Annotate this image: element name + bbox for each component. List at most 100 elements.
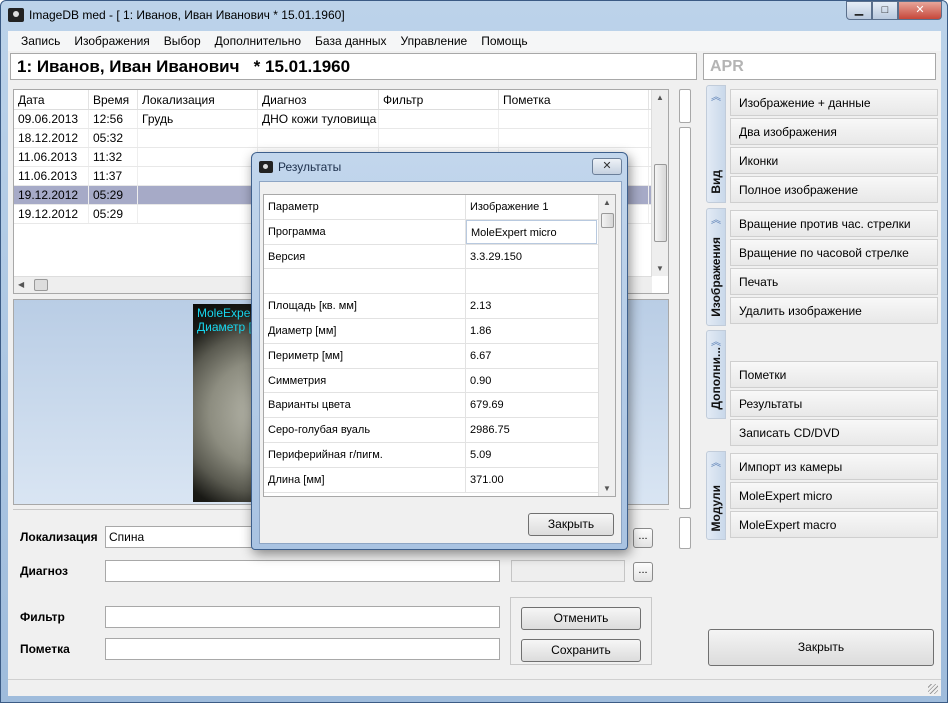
import-camera-button[interactable]: Импорт из камеры (730, 453, 938, 480)
image-plus-data-button[interactable]: Изображение + данные (730, 89, 938, 116)
rotate-ccw-button[interactable]: Вращение против час. стрелки (730, 210, 938, 237)
mark-input[interactable] (105, 638, 500, 660)
close-button[interactable]: Закрыть (708, 629, 934, 666)
table-row[interactable]: 09.06.2013 12:56 Грудь ДНО кожи туловища (14, 110, 668, 129)
cell-date: 11.06.2013 (14, 148, 89, 166)
param-name: Симметрия (264, 368, 466, 393)
collapse-icon[interactable]: ︽ (711, 333, 721, 348)
patient-header: 1: Иванов, Иван Иванович * 15.01.1960 (10, 53, 697, 80)
maximize-button[interactable]: □ (872, 1, 898, 20)
grid-vertical-scrollbar[interactable]: ▲ ▼ (598, 195, 615, 496)
scroll-down-icon[interactable]: ▼ (656, 264, 664, 273)
diagnosis-input[interactable] (105, 560, 500, 582)
collapse-icon[interactable]: ︽ (711, 454, 721, 469)
grid-row[interactable]: Симметрия 0.90 (264, 368, 615, 394)
panel-splitter[interactable] (672, 81, 698, 677)
cell-date: 19.12.2012 (14, 186, 89, 204)
dialog-close-icon[interactable]: ✕ (592, 158, 622, 175)
scroll-down-icon[interactable]: ▼ (603, 484, 611, 493)
tab-view[interactable]: ︽ Вид (706, 85, 726, 203)
group-label: Изображения (709, 237, 723, 317)
scroll-up-icon[interactable]: ▲ (603, 198, 611, 207)
rotate-cw-button[interactable]: Вращение по часовой стрелке (730, 239, 938, 266)
title-bar[interactable]: ImageDB med - [ 1: Иванов, Иван Иванович… (1, 1, 947, 31)
menu-record[interactable]: Запись (14, 31, 67, 51)
collapse-icon[interactable]: ︽ (711, 88, 721, 103)
print-button[interactable]: Печать (730, 268, 938, 295)
cancel-button[interactable]: Отменить (521, 607, 641, 630)
cell-localization (138, 129, 258, 147)
grid-row[interactable]: Периферийная г/пигм. 5.09 (264, 442, 615, 468)
menu-additional[interactable]: Дополнительно (208, 31, 308, 51)
column-localization[interactable]: Локализация (138, 90, 258, 109)
moleexpert-micro-button[interactable]: MoleExpert micro (730, 482, 938, 509)
full-image-button[interactable]: Полное изображение (730, 176, 938, 203)
cell-time: 11:37 (89, 167, 138, 185)
cell-diagnosis (258, 129, 379, 147)
burn-cd-dvd-button[interactable]: Записать CD/DVD (730, 419, 938, 446)
grid-row[interactable]: Площадь [кв. мм] 2.13 (264, 294, 615, 319)
localization-browse-button[interactable]: ... (633, 528, 653, 548)
scroll-thumb[interactable] (654, 164, 667, 242)
grid-row[interactable] (264, 269, 615, 295)
column-mark[interactable]: Пометка (499, 90, 649, 109)
group-label: Вид (709, 170, 723, 194)
cell-filter (379, 110, 499, 128)
close-window-button[interactable]: ✕ (898, 1, 942, 20)
resize-grip-icon[interactable] (928, 684, 938, 694)
column-filter[interactable]: Фильтр (379, 90, 499, 109)
cell-time: 05:29 (89, 205, 138, 223)
grid-row[interactable]: Серо-голубая вуаль 2986.75 (264, 418, 615, 443)
tab-modules[interactable]: ︽ Модули (706, 451, 726, 540)
param-value: 2986.75 (470, 424, 510, 437)
grid-row[interactable]: Периметр [мм] 6.67 (264, 343, 615, 369)
dialog-close-button[interactable]: Закрыть (528, 513, 614, 536)
splitter-handle[interactable] (679, 89, 691, 123)
scroll-thumb[interactable] (601, 213, 614, 228)
column-diagnosis[interactable]: Диагноз (258, 90, 379, 109)
delete-image-button[interactable]: Удалить изображение (730, 297, 938, 324)
menu-management[interactable]: Управление (394, 31, 475, 51)
marks-button[interactable]: Пометки (730, 361, 938, 388)
two-images-button[interactable]: Два изображения (730, 118, 938, 145)
menu-selection[interactable]: Выбор (157, 31, 208, 51)
results-button[interactable]: Результаты (730, 390, 938, 417)
table-row[interactable]: 18.12.2012 05:32 (14, 129, 668, 148)
splitter-handle[interactable] (679, 517, 691, 549)
cell-mark (499, 110, 649, 128)
minimize-button[interactable]: ▁ (846, 1, 872, 20)
filter-input[interactable] (105, 606, 500, 628)
column-time[interactable]: Время (89, 90, 138, 109)
tab-images[interactable]: ︽ Изображения (706, 208, 726, 326)
save-button[interactable]: Сохранить (521, 639, 641, 662)
camera-icon (259, 161, 273, 173)
param-value[interactable]: MoleExpert micro (466, 219, 597, 244)
cell-date: 09.06.2013 (14, 110, 89, 128)
cell-time: 11:32 (89, 148, 138, 166)
grid-row[interactable]: Длина [мм] 371.00 (264, 467, 615, 493)
menu-database[interactable]: База данных (308, 31, 393, 51)
grid-row[interactable]: Варианты цвета 679.69 (264, 393, 615, 419)
scroll-thumb[interactable] (34, 279, 48, 291)
param-value: 371.00 (470, 473, 504, 486)
grid-row[interactable]: Версия 3.3.29.150 (264, 244, 615, 270)
menu-bar: Запись Изображения Выбор Дополнительно Б… (8, 31, 941, 51)
scroll-up-icon[interactable]: ▲ (656, 93, 664, 102)
results-grid: Параметр Изображение 1 Программа MoleExp… (263, 194, 616, 497)
tab-additional[interactable]: ︽ Дополни... (706, 330, 726, 419)
icons-button[interactable]: Иконки (730, 147, 938, 174)
scroll-left-icon[interactable]: ◀ (18, 280, 24, 289)
results-dialog: Результаты ✕ Параметр Изображение 1 Прог… (251, 152, 628, 550)
collapse-icon[interactable]: ︽ (711, 211, 721, 226)
menu-help[interactable]: Помощь (474, 31, 534, 51)
diagnosis-browse-button[interactable]: ... (633, 562, 653, 582)
grid-row[interactable]: Диаметр [мм] 1.86 (264, 318, 615, 344)
splitter-handle[interactable] (679, 127, 691, 509)
grid-row[interactable]: Программа MoleExpert micro (264, 219, 615, 245)
moleexpert-macro-button[interactable]: MoleExpert macro (730, 511, 938, 538)
table-vertical-scrollbar[interactable]: ▲ ▼ (651, 90, 668, 276)
column-date[interactable]: Дата (14, 90, 89, 109)
cell-time: 05:32 (89, 129, 138, 147)
menu-images[interactable]: Изображения (67, 31, 156, 51)
cell-time: 05:29 (89, 186, 138, 204)
